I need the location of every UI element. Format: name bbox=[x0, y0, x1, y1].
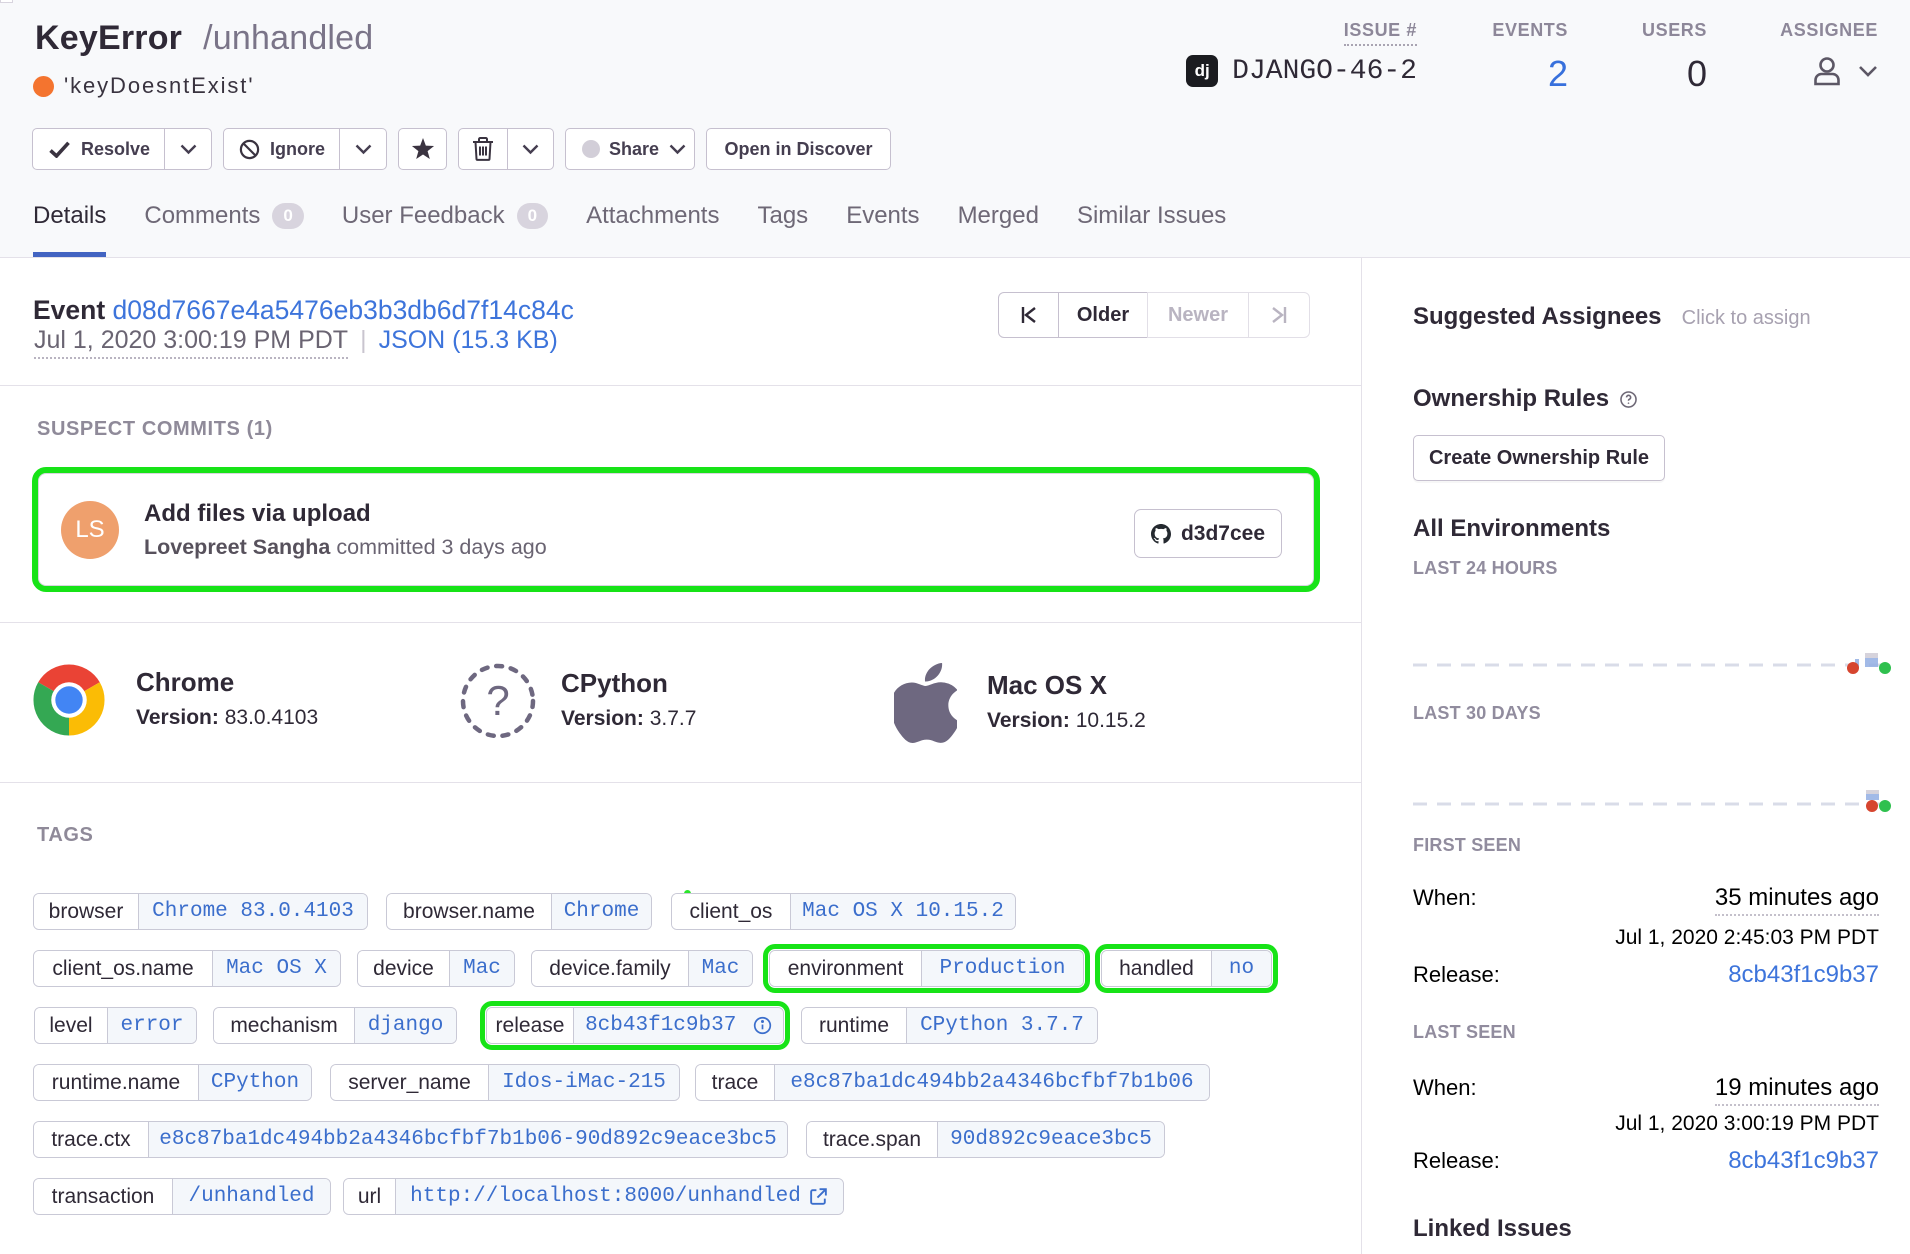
svg-text:?: ? bbox=[486, 677, 509, 724]
